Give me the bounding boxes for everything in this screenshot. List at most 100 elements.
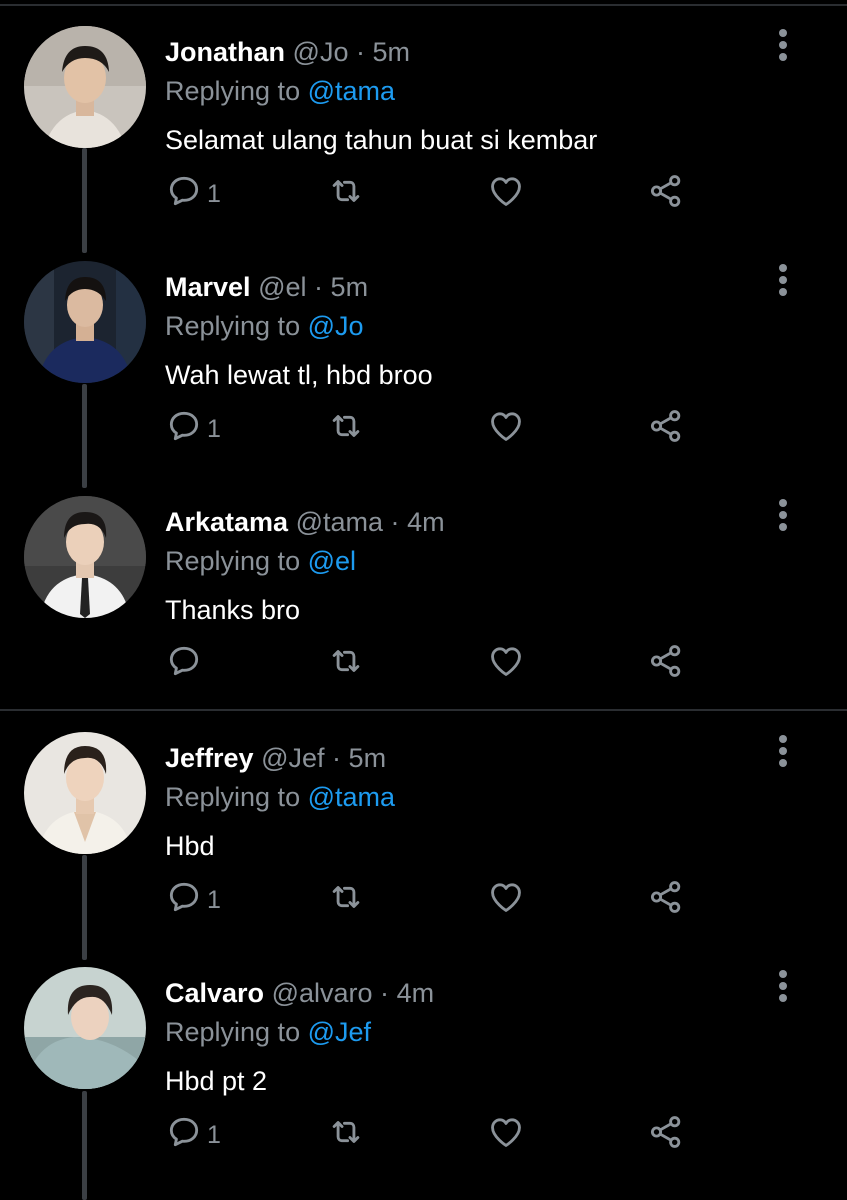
top-divider (0, 4, 847, 6)
display-name[interactable]: Jonathan (165, 37, 285, 67)
retweet-icon (332, 650, 360, 672)
share-icon (650, 410, 681, 442)
tweet-text: Wah lewat tl, hbd broo (165, 360, 433, 390)
retweet-button[interactable] (327, 169, 365, 213)
replying-label: Replying to (165, 546, 301, 576)
retweet-icon (332, 180, 360, 202)
heart-icon (491, 647, 521, 676)
more-vertical-icon[interactable] (772, 733, 794, 769)
share-icon (650, 175, 681, 207)
share-icon (650, 645, 681, 677)
like-button[interactable] (487, 169, 525, 213)
separator: · (380, 978, 390, 1008)
tweet-header: Jonathan @Jo · 5m (165, 35, 410, 69)
timestamp[interactable]: 5m (373, 37, 411, 67)
handle[interactable]: @el (258, 272, 306, 302)
timestamp[interactable]: 5m (331, 272, 369, 302)
replying-label: Replying to (165, 311, 301, 341)
tweet-text: Hbd (165, 831, 215, 861)
tweet-actions: 1 (165, 404, 725, 448)
thread-line (82, 148, 87, 253)
replying-to: Replying to @el (165, 544, 356, 578)
handle[interactable]: @Jo (293, 37, 349, 67)
replying-label: Replying to (165, 76, 301, 106)
retweet-button[interactable] (327, 404, 365, 448)
heart-icon (491, 177, 521, 206)
retweet-icon (332, 1121, 360, 1143)
tweet-actions (165, 639, 725, 683)
handle[interactable]: @alvaro (272, 978, 373, 1008)
tweet-header: Marvel @el · 5m (165, 270, 368, 304)
separator: · (355, 37, 365, 67)
share-button[interactable] (647, 875, 685, 919)
tweet-text: Hbd pt 2 (165, 1066, 268, 1096)
share-button[interactable] (647, 639, 685, 683)
replying-label: Replying to (165, 782, 301, 812)
tweet-header: Arkatama @tama · 4m (165, 505, 445, 539)
heart-icon (491, 883, 521, 912)
display-name[interactable]: Arkatama (165, 507, 288, 537)
like-button[interactable] (487, 404, 525, 448)
timestamp[interactable]: 4m (407, 507, 445, 537)
share-button[interactable] (647, 404, 685, 448)
share-icon (650, 1116, 681, 1148)
tweet-text: Selamat ulang tahun buat si kembar (165, 125, 598, 155)
like-button[interactable] (487, 1110, 525, 1154)
tweet-actions: 1 (165, 1110, 725, 1154)
replying-to: Replying to @tama (165, 74, 395, 108)
thread-line (82, 1091, 87, 1200)
reply-button[interactable] (165, 639, 207, 683)
share-button[interactable] (647, 169, 685, 213)
mention-link[interactable]: @Jo (308, 311, 364, 341)
retweet-button[interactable] (327, 1110, 365, 1154)
reply-button[interactable]: 1 (165, 169, 221, 213)
tweet-header: Calvaro @alvaro · 4m (165, 976, 434, 1010)
reply-button[interactable]: 1 (165, 404, 221, 448)
reply-button[interactable]: 1 (165, 1110, 221, 1154)
reply-icon (169, 176, 199, 206)
timestamp[interactable]: 5m (349, 743, 387, 773)
mention-link[interactable]: @Jef (308, 1017, 371, 1047)
handle[interactable]: @tama (296, 507, 383, 537)
handle[interactable]: @Jef (261, 743, 324, 773)
reply-icon (169, 882, 199, 912)
tweet-actions: 1 (165, 169, 725, 213)
more-vertical-icon[interactable] (772, 497, 794, 533)
more-vertical-icon[interactable] (772, 968, 794, 1004)
avatar[interactable] (24, 967, 146, 1089)
like-button[interactable] (487, 875, 525, 919)
avatar[interactable] (24, 496, 146, 618)
display-name[interactable]: Calvaro (165, 978, 264, 1008)
retweet-icon (332, 886, 360, 908)
reply-icon (169, 646, 199, 676)
more-vertical-icon[interactable] (772, 27, 794, 63)
reply-icon (169, 411, 199, 441)
reply-count: 1 (207, 1120, 221, 1149)
display-name[interactable]: Jeffrey (165, 743, 254, 773)
replying-label: Replying to (165, 1017, 301, 1047)
more-vertical-icon[interactable] (772, 262, 794, 298)
retweet-button[interactable] (327, 639, 365, 683)
mention-link[interactable]: @tama (308, 782, 395, 812)
replying-to: Replying to @tama (165, 780, 395, 814)
thread-line (82, 384, 87, 488)
share-button[interactable] (647, 1110, 685, 1154)
avatar[interactable] (24, 261, 146, 383)
heart-icon (491, 412, 521, 441)
separator: · (332, 743, 342, 773)
mention-link[interactable]: @tama (308, 76, 395, 106)
reply-count: 1 (207, 179, 221, 208)
display-name[interactable]: Marvel (165, 272, 251, 302)
replying-to: Replying to @Jef (165, 1015, 371, 1049)
replying-to: Replying to @Jo (165, 309, 364, 343)
mention-link[interactable]: @el (308, 546, 356, 576)
retweet-button[interactable] (327, 875, 365, 919)
reply-button[interactable]: 1 (165, 875, 221, 919)
tweet-text: Thanks bro (165, 595, 301, 625)
like-button[interactable] (487, 639, 525, 683)
timestamp[interactable]: 4m (397, 978, 435, 1008)
avatar[interactable] (24, 26, 146, 148)
avatar[interactable] (24, 732, 146, 854)
share-icon (650, 881, 681, 913)
reply-icon (169, 1117, 199, 1147)
